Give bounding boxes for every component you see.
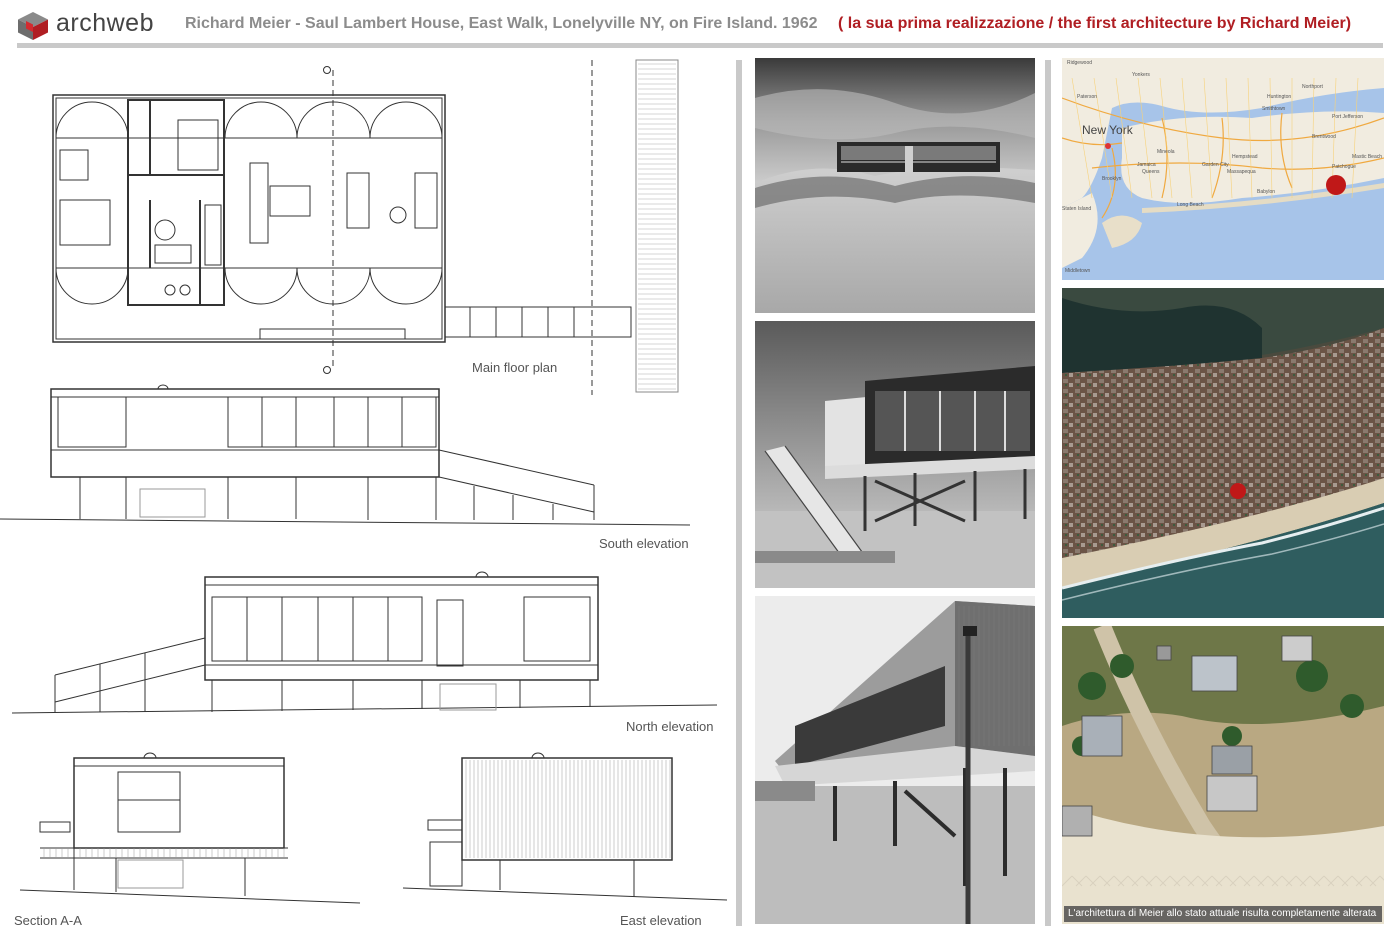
aerial-view xyxy=(1062,626,1384,924)
map-place-label: Long Beach xyxy=(1177,202,1204,208)
architectural-drawings xyxy=(0,59,728,904)
main-floor-plan-drawing xyxy=(52,59,679,395)
east-elevation-drawing xyxy=(402,752,728,901)
page-subtitle: ( la sua prima realizzazione / the first… xyxy=(838,15,1352,32)
location-map[interactable]: New York Ridgewood Yonkers Paterson Hunting… xyxy=(1062,58,1384,280)
satellite-view-image xyxy=(1062,288,1384,618)
map-place-label: Paterson xyxy=(1077,94,1097,100)
map-place-label: Hempstead xyxy=(1232,154,1258,160)
map-place-label: Middletown xyxy=(1065,268,1091,274)
north-elevation-drawing xyxy=(11,571,718,714)
header: archweb Richard Meier - Saul Lambert Hou… xyxy=(0,0,1400,48)
map-place-label: Ridgewood xyxy=(1067,60,1092,66)
map-place-label: Patchogue xyxy=(1332,164,1356,170)
map-place-label: Garden City xyxy=(1202,162,1229,168)
archweb-cube-icon xyxy=(18,12,48,40)
east-elevation-label: East elevation xyxy=(620,913,702,928)
map-place-label: Mastic Beach xyxy=(1352,154,1382,160)
map-city-label: New York xyxy=(1082,123,1134,137)
main-floor-plan-label: Main floor plan xyxy=(472,360,558,375)
map-place-label: Mineola xyxy=(1157,149,1175,155)
page-title: Richard Meier - Saul Lambert House, East… xyxy=(185,15,818,32)
photo-house-with-ramp xyxy=(755,321,1035,588)
map-place-label: Huntington xyxy=(1267,94,1291,100)
location-map-image: New York Ridgewood Yonkers Paterson Hunting… xyxy=(1062,58,1384,280)
north-elevation-label: North elevation xyxy=(626,719,714,734)
map-place-label: Northport xyxy=(1302,84,1323,90)
aerial-caption: L'architettura di Meier allo stato attua… xyxy=(1064,906,1382,922)
section-aa-label: Section A-A xyxy=(14,913,82,928)
south-elevation-label: South elevation xyxy=(599,536,689,551)
photo-house-corner xyxy=(755,596,1035,924)
map-place-label: Port Jefferson xyxy=(1332,114,1363,120)
section-aa-drawing xyxy=(19,752,361,904)
photo-house-corner-image xyxy=(755,596,1035,924)
map-place-label: Babylon xyxy=(1257,189,1275,195)
photo-house-on-dunes-image xyxy=(755,58,1035,313)
map-place-label: Smithtown xyxy=(1262,106,1286,112)
map-place-label: Queens xyxy=(1142,169,1160,175)
photo-house-with-ramp-image xyxy=(755,321,1035,588)
satellite-view xyxy=(1062,288,1384,618)
logo-text[interactable]: archweb xyxy=(56,9,154,38)
map-place-label: Yonkers xyxy=(1132,72,1150,78)
aerial-view-image xyxy=(1062,626,1384,924)
map-place-label: Brentwood xyxy=(1312,134,1336,140)
map-place-label: Massapequa xyxy=(1227,169,1256,175)
map-place-label: Brooklyn xyxy=(1102,176,1122,182)
photo-house-on-dunes xyxy=(755,58,1035,313)
header-rule xyxy=(17,43,1383,48)
map-place-label: Staten Island xyxy=(1062,206,1091,212)
column-divider-left xyxy=(736,60,742,926)
map-place-label: Jamaica xyxy=(1137,162,1156,168)
south-elevation-drawing xyxy=(0,384,691,526)
column-divider-right xyxy=(1045,60,1051,926)
